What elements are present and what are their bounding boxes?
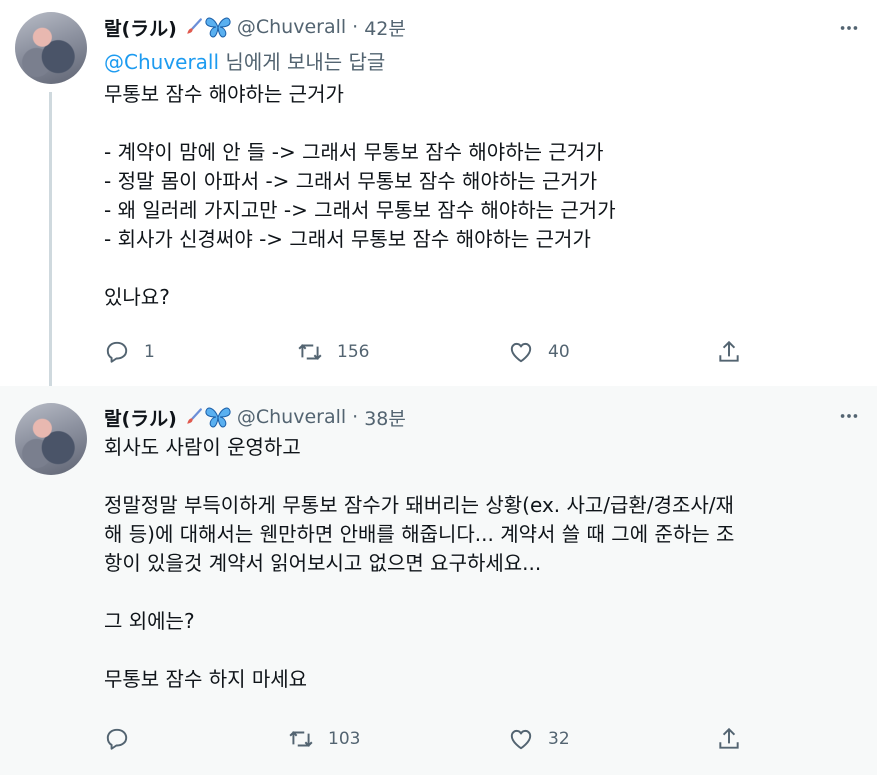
more-dots-icon	[840, 414, 858, 418]
avatar[interactable]	[15, 12, 87, 84]
like-count: 32	[548, 729, 570, 749]
tweet-text: 무통보 잠수 해야하는 근거가 - 계약이 맘에 안 들 -> 그래서 무통보 …	[104, 80, 616, 312]
timestamp[interactable]: 42분	[364, 14, 406, 41]
paintbrush-icon	[185, 18, 203, 36]
separator-dot: ·	[352, 406, 359, 428]
tweet-header: 랄(ラル) @Chuverall · 42분	[104, 14, 406, 40]
more-options-button[interactable]	[835, 402, 863, 430]
timestamp[interactable]: 38분	[364, 404, 406, 431]
more-dots-icon	[840, 26, 858, 30]
heart-icon	[510, 729, 532, 750]
tweet-line: 있나요?	[104, 285, 170, 309]
tweet-line: 무통보 잠수 하지 마세요	[104, 667, 308, 691]
tweet-line: 해 등)에 대해서는 웬만하면 안배를 해줍니다... 계약서 쓸 때 그에 준…	[104, 522, 735, 546]
tweet[interactable]: 랄(ラル) @Chuverall · 42분 @Chuverall 님에게 보내…	[0, 0, 877, 394]
retweet-button[interactable]: 156	[297, 336, 369, 368]
replying-to: @Chuverall 님에게 보내는 답글	[104, 46, 385, 75]
retweet-icon	[298, 344, 322, 360]
like-button[interactable]: 32	[508, 723, 570, 755]
tweet-line: - 회사가 신경써야 -> 그래서 무통보 잠수 해야하는 근거가	[104, 227, 591, 251]
share-button[interactable]	[716, 336, 742, 368]
more-options-button[interactable]	[835, 14, 863, 42]
reply-button[interactable]: 1	[104, 336, 155, 368]
display-name[interactable]: 랄(ラル)	[104, 14, 177, 41]
separator-dot: ·	[352, 16, 359, 38]
like-button[interactable]: 40	[508, 336, 570, 368]
handle[interactable]: @Chuverall	[237, 406, 346, 428]
butterfly-icon	[205, 406, 231, 428]
reply-suffix: 님에게 보내는 답글	[219, 50, 386, 74]
heart-icon	[510, 342, 532, 363]
tweet-line: 회사도 사람이 운영하고	[104, 435, 301, 459]
reply-mention-link[interactable]: @Chuverall	[104, 50, 219, 74]
display-name[interactable]: 랄(ラル)	[104, 404, 177, 431]
tweet[interactable]: 랄(ラル) @Chuverall · 38분 회사도 사람이 운영하고 정말정말…	[0, 386, 877, 775]
tweet-line: - 계약이 맘에 안 들 -> 그래서 무통보 잠수 해야하는 근거가	[104, 140, 604, 164]
share-icon	[719, 727, 739, 749]
tweet-line: 무통보 잠수 해야하는 근거가	[104, 82, 344, 106]
paintbrush-icon	[185, 408, 203, 426]
action-bar: 103 32	[104, 723, 754, 755]
tweet-line: 그 외에는?	[104, 609, 195, 633]
like-count: 40	[548, 342, 570, 362]
tweet-line: 정말정말 부득이하게 무통보 잠수가 돼버리는 상황(ex. 사고/급환/경조사…	[104, 493, 734, 517]
retweet-button[interactable]: 103	[288, 723, 360, 755]
reply-count: 1	[144, 342, 155, 362]
share-icon	[719, 340, 739, 362]
tweet-header: 랄(ラル) @Chuverall · 38분	[104, 404, 406, 430]
action-bar: 1 156 40	[104, 336, 754, 368]
retweet-icon	[289, 731, 313, 747]
reply-icon	[106, 728, 128, 750]
tweet-line: - 정말 몸이 아파서 -> 그래서 무통보 잠수 해야하는 근거가	[104, 169, 598, 193]
reply-button[interactable]	[104, 723, 144, 755]
handle[interactable]: @Chuverall	[237, 16, 346, 38]
retweet-count: 103	[328, 729, 361, 749]
butterfly-icon	[205, 16, 231, 38]
share-button[interactable]	[716, 723, 742, 755]
reply-icon	[106, 341, 128, 363]
retweet-count: 156	[337, 342, 370, 362]
thread-line	[49, 92, 52, 394]
tweet-text: 회사도 사람이 운영하고 정말정말 부득이하게 무통보 잠수가 돼버리는 상황(…	[104, 433, 734, 694]
tweet-line: - 왜 일러레 가지고만 -> 그래서 무통보 잠수 해야하는 근거가	[104, 198, 616, 222]
avatar[interactable]	[15, 403, 87, 475]
tweet-line: 항이 있을것 계약서 읽어보시고 없으면 요구하세요...	[104, 551, 542, 575]
